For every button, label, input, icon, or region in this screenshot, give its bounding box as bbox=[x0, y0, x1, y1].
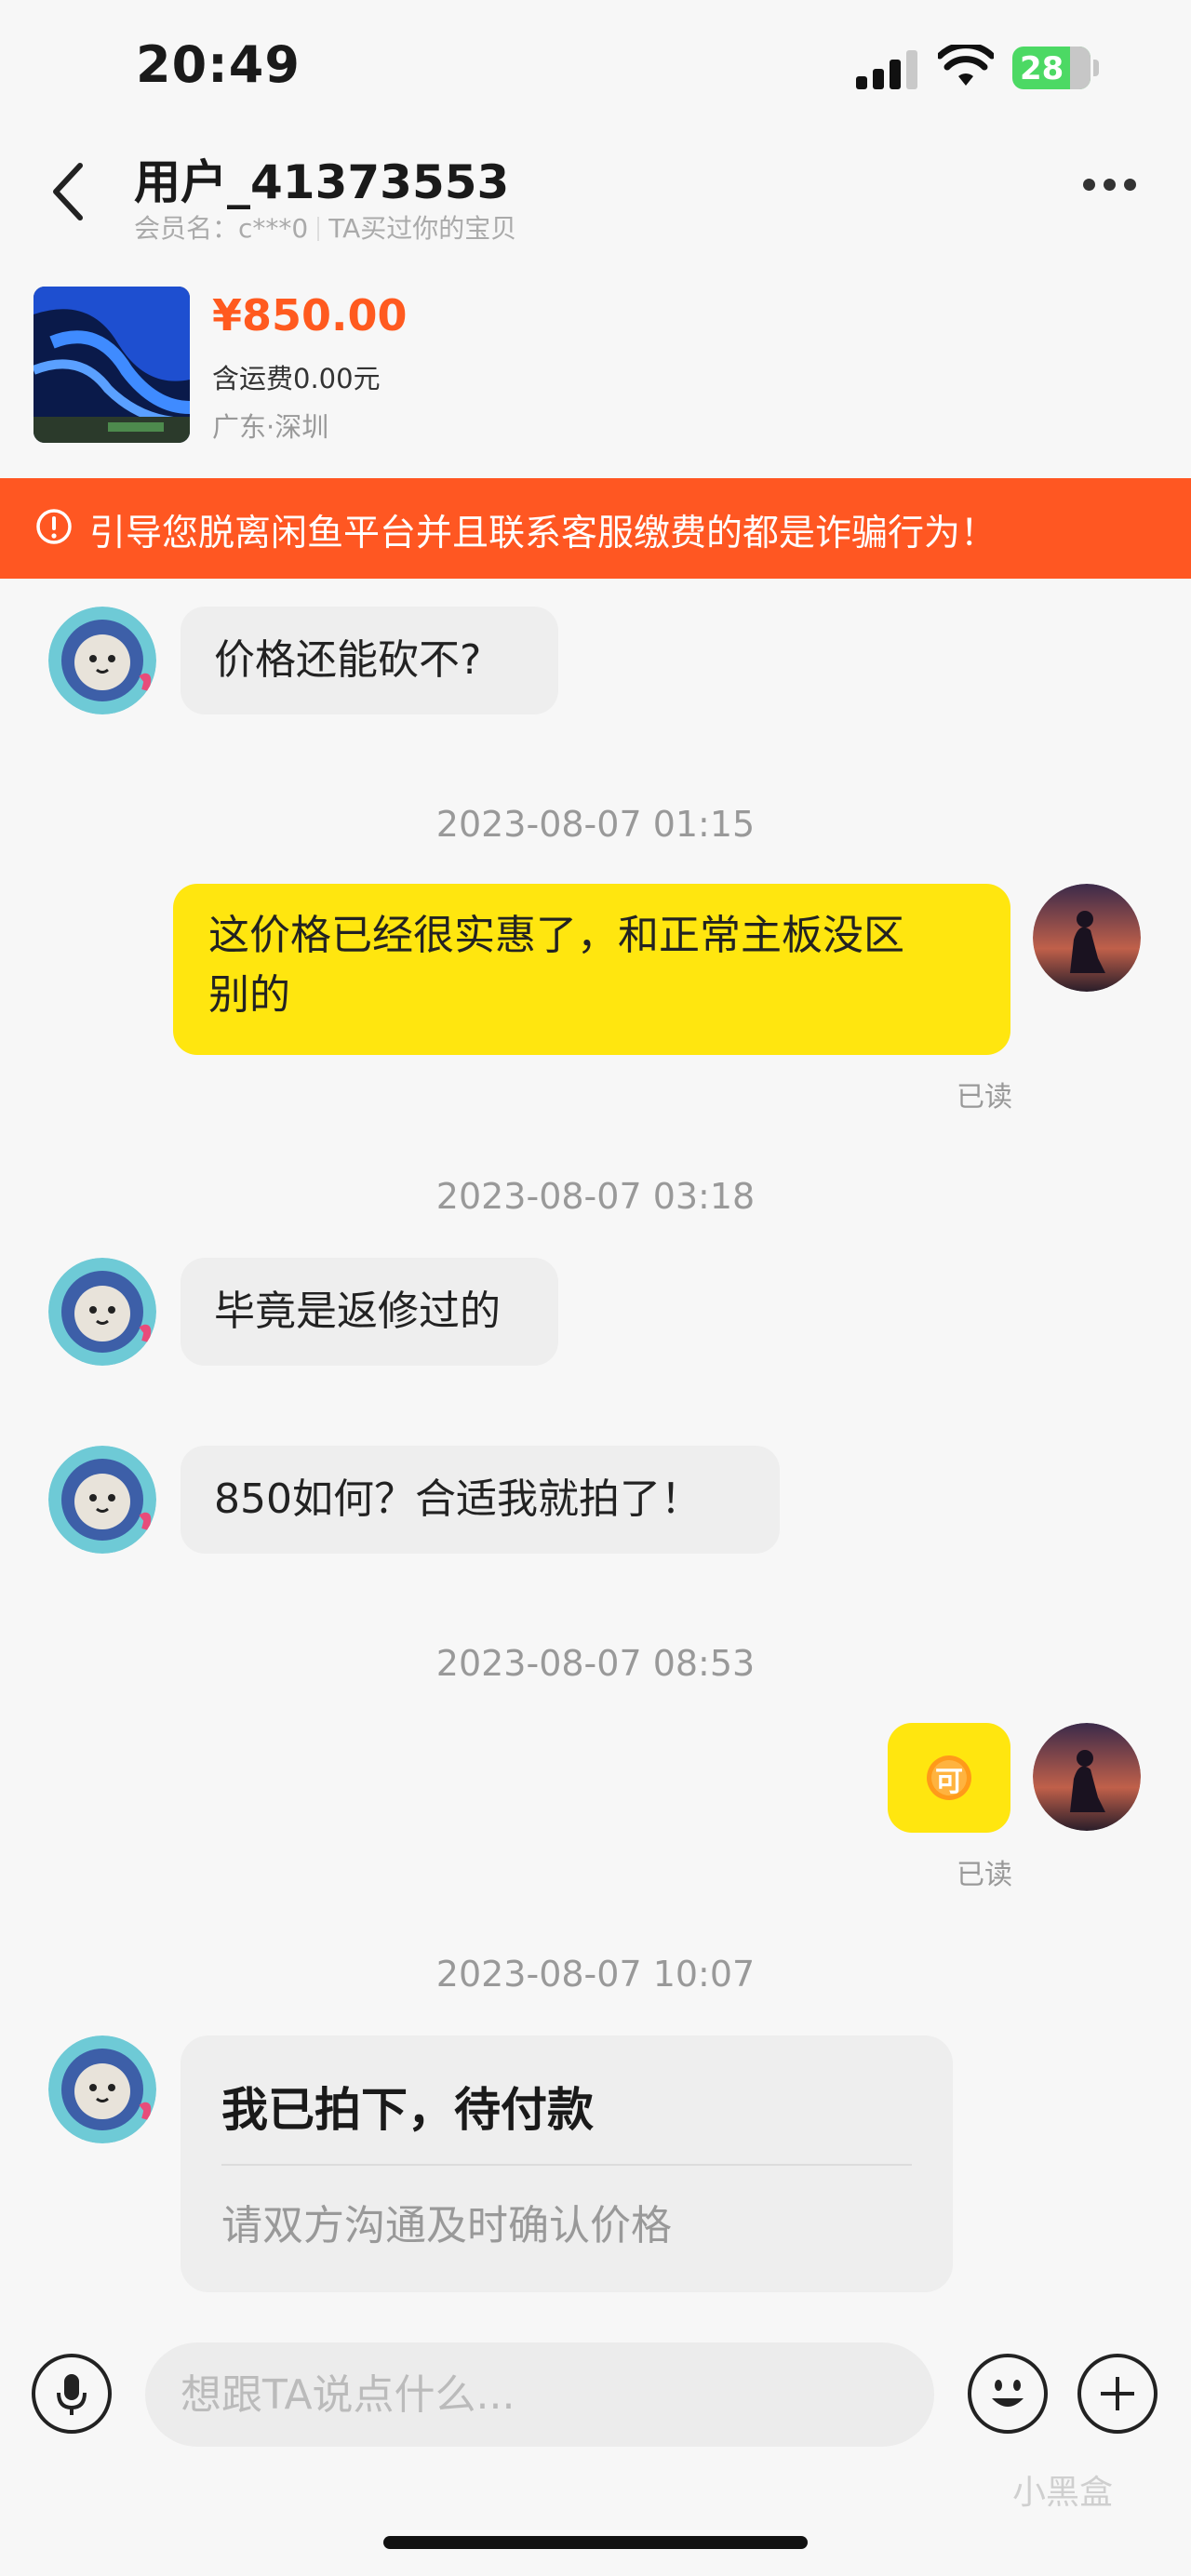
fraud-warning-text: 引导您脱离闲鱼平台并且联系客服缴费的都是诈骗行为！ bbox=[89, 513, 997, 554]
home-indicator[interactable] bbox=[383, 2536, 808, 2549]
cellular-signal-icon bbox=[856, 50, 917, 89]
message-bubble-outgoing: 这价格已经很实惠了，和正常主板没区 别的 bbox=[173, 884, 1010, 1055]
chevron-left-icon[interactable] bbox=[45, 154, 91, 229]
message-bubble-incoming: 850如何？合适我就拍了！ bbox=[181, 1446, 780, 1554]
timestamp: 2023-08-07 10:07 bbox=[435, 1954, 756, 1995]
chat-title: 用户_41373553 bbox=[134, 155, 510, 209]
message-line: 别的 bbox=[208, 971, 290, 1019]
timestamp: 2023-08-07 01:15 bbox=[435, 804, 756, 845]
watermark: 小黑盒 bbox=[1012, 2474, 1114, 2512]
wifi-icon bbox=[938, 45, 994, 86]
relation-text: TA买过你的宝贝 bbox=[328, 213, 517, 244]
seller-avatar[interactable] bbox=[1033, 884, 1141, 992]
chat-subtitle: 会员名：c***0 TA买过你的宝贝 bbox=[134, 208, 516, 246]
order-status-card[interactable]: 我已拍下，待付款 请双方沟通及时确认价格 bbox=[181, 2035, 953, 2292]
shipping-fee: 含运费0.00元 bbox=[212, 363, 381, 394]
emoji-icon[interactable] bbox=[968, 2354, 1048, 2434]
member-name: 会员名：c***0 bbox=[134, 213, 309, 244]
microphone-icon[interactable] bbox=[32, 2354, 112, 2434]
plus-icon[interactable] bbox=[1077, 2354, 1158, 2434]
read-receipt: 已读 bbox=[957, 1859, 1012, 1891]
divider bbox=[221, 2164, 912, 2166]
status-time: 20:49 bbox=[136, 35, 301, 94]
buyer-avatar[interactable] bbox=[48, 1258, 156, 1366]
product-thumbnail[interactable] bbox=[33, 287, 190, 443]
order-card-title: 我已拍下，待付款 bbox=[221, 2083, 594, 2137]
message-line: 这价格已经很实惠了，和正常主板没区 bbox=[208, 912, 904, 959]
order-card-subtitle: 请双方沟通及时确认价格 bbox=[221, 2202, 672, 2249]
buyer-avatar[interactable] bbox=[48, 1446, 156, 1554]
warning-icon bbox=[36, 509, 72, 544]
read-receipt: 已读 bbox=[957, 1081, 1012, 1114]
message-bubble-incoming: 毕竟是返修过的 bbox=[181, 1258, 558, 1366]
battery-icon: 28 bbox=[1012, 47, 1091, 89]
battery-tip bbox=[1093, 60, 1099, 76]
buyer-avatar[interactable] bbox=[48, 2035, 156, 2143]
message-bubble-incoming: 价格还能砍不? bbox=[181, 607, 558, 714]
message-bubble-outgoing: 可 bbox=[888, 1723, 1010, 1833]
more-dots-icon[interactable] bbox=[1083, 177, 1148, 205]
seller-avatar[interactable] bbox=[1033, 1723, 1141, 1831]
buyer-avatar[interactable] bbox=[48, 607, 156, 714]
battery-level: 28 bbox=[1020, 50, 1064, 87]
timestamp: 2023-08-07 03:18 bbox=[435, 1176, 756, 1217]
sticker-text: 可 bbox=[935, 1766, 963, 1798]
product-location: 广东·深圳 bbox=[212, 411, 329, 443]
timestamp: 2023-08-07 08:53 bbox=[435, 1643, 756, 1684]
product-price: ¥850.00 bbox=[212, 290, 408, 340]
message-input[interactable] bbox=[145, 2342, 934, 2447]
